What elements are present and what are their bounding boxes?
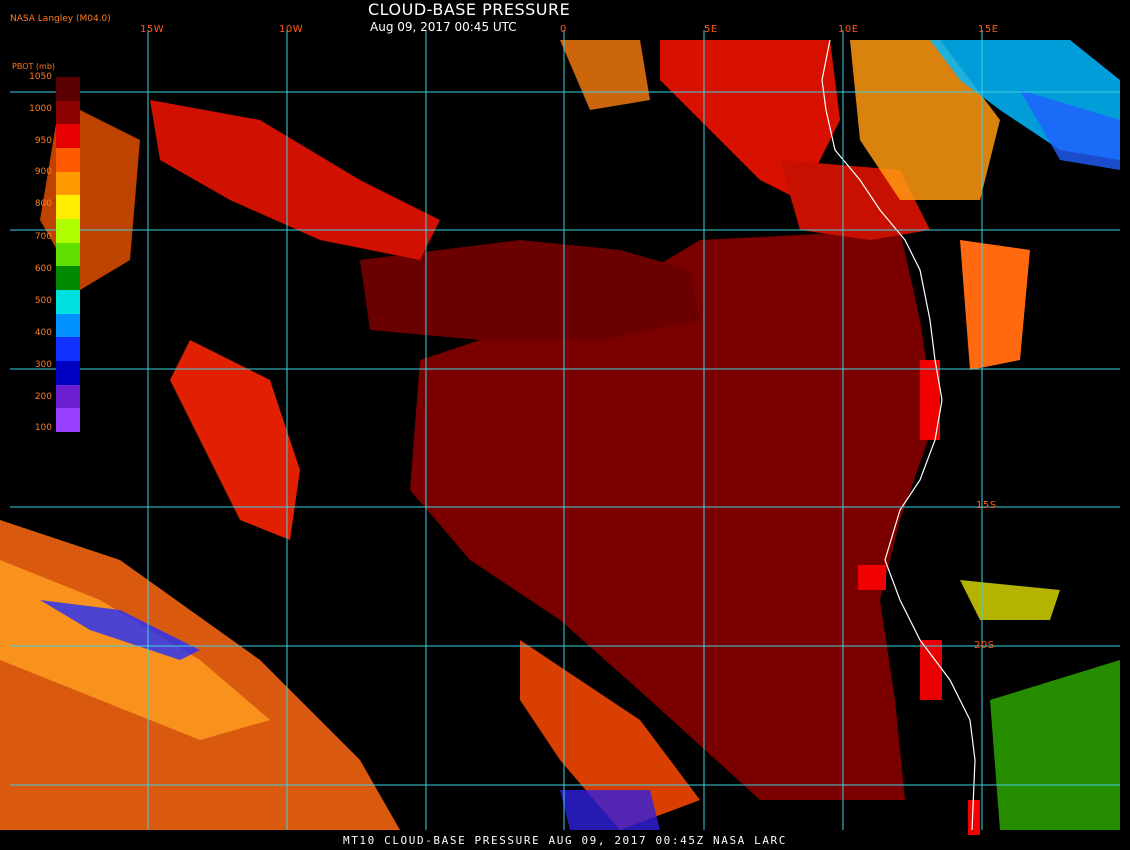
legend-color-bar — [56, 77, 80, 432]
legend-tick: 900 — [34, 167, 52, 177]
longitude-label: 10W — [279, 24, 304, 35]
legend-swatch — [56, 218, 80, 243]
map-title: CLOUD-BASE PRESSURE — [368, 0, 571, 19]
legend-swatch — [56, 360, 80, 385]
latitude-label: 20S — [974, 640, 995, 651]
legend-tick: 1050 — [29, 72, 52, 82]
legend-swatch — [56, 384, 80, 409]
legend-tick: 1000 — [29, 104, 52, 114]
red-cloud-strip — [968, 800, 980, 835]
legend-tick: 400 — [34, 328, 52, 338]
longitude-label: 15E — [978, 24, 999, 35]
legend-tick: 600 — [34, 264, 52, 274]
red-cloud-strip — [858, 565, 886, 590]
color-legend: PBOT (mb) 1050 1000 950 900 800 700 600 … — [8, 62, 88, 442]
latitude-label: 15S — [976, 500, 997, 511]
legend-swatch — [56, 313, 80, 338]
map-timestamp: Aug 09, 2017 00:45 UTC — [370, 20, 517, 34]
blue-cloud-area — [560, 790, 660, 830]
legend-title: PBOT (mb) — [12, 62, 56, 71]
legend-tick: 300 — [34, 360, 52, 370]
legend-swatch — [56, 124, 80, 148]
satellite-map — [0, 0, 1130, 850]
legend-swatch — [56, 408, 80, 432]
legend-swatch — [56, 171, 80, 196]
red-cloud-strip — [920, 640, 942, 700]
legend-tick: 500 — [34, 296, 52, 306]
legend-swatch — [56, 147, 80, 172]
legend-tick: 100 — [34, 423, 52, 433]
longitude-label: 0 — [560, 24, 567, 35]
agency-label: NASA Langley (M04.0) — [10, 14, 111, 24]
legend-swatch — [56, 266, 80, 290]
legend-swatch — [56, 289, 80, 314]
legend-swatch — [56, 337, 80, 361]
legend-swatch — [56, 195, 80, 219]
footer-caption: MT10 CLOUD-BASE PRESSURE AUG 09, 2017 00… — [342, 834, 788, 847]
legend-tick: 800 — [34, 199, 52, 209]
longitude-label: 5E — [704, 24, 718, 35]
legend-swatch — [56, 242, 80, 267]
longitude-label: 15W — [140, 24, 165, 35]
legend-tick: 950 — [34, 136, 52, 146]
legend-tick: 700 — [34, 232, 52, 242]
orange-cloud-area — [960, 240, 1030, 370]
legend-swatch — [56, 100, 80, 125]
legend-tick: 200 — [34, 392, 52, 402]
legend-swatch — [56, 77, 80, 101]
longitude-label: 10E — [838, 24, 859, 35]
